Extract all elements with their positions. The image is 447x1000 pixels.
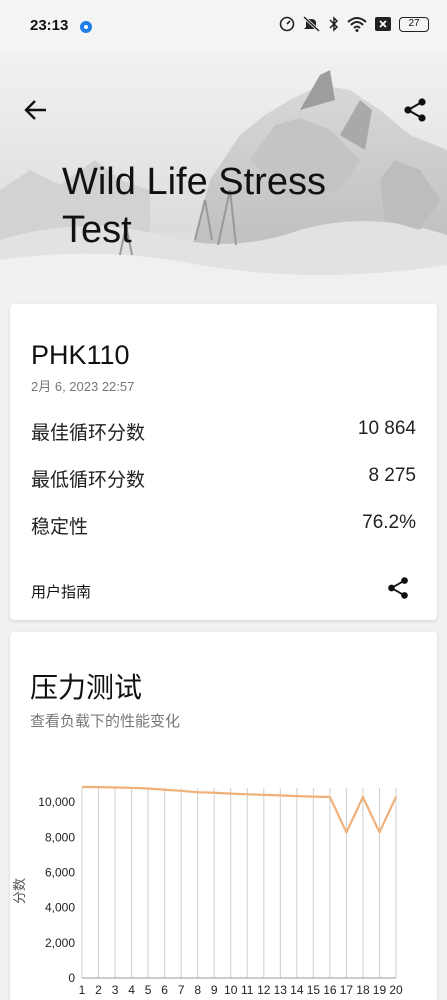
x-tick-label: 12 bbox=[257, 983, 271, 997]
x-tick-label: 14 bbox=[290, 983, 304, 997]
status-bar: 23:13 27 bbox=[0, 0, 447, 52]
x-tick-label: 8 bbox=[194, 983, 201, 997]
mute-icon bbox=[303, 16, 321, 32]
y-axis-label: 分数 bbox=[13, 878, 28, 904]
best-loop-value: 10 864 bbox=[357, 418, 416, 439]
x-tick-label: 6 bbox=[161, 983, 168, 997]
series-line bbox=[81, 785, 397, 834]
lowest-loop-value: 8 275 bbox=[368, 465, 416, 486]
x-tick-label: 2 bbox=[95, 983, 102, 997]
location-dot-icon bbox=[80, 21, 92, 33]
x-tick-label: 4 bbox=[128, 983, 135, 997]
y-tick-label: 2,000 bbox=[45, 936, 75, 950]
y-tick-label: 8,000 bbox=[45, 830, 75, 844]
x-tick-label: 17 bbox=[340, 983, 354, 997]
x-tick-label: 19 bbox=[373, 983, 387, 997]
device-name: PHK110 bbox=[31, 340, 130, 370]
speedometer-icon bbox=[279, 16, 295, 32]
x-tick-label: 9 bbox=[211, 983, 218, 997]
stability-row: 稳定性 76.2% bbox=[31, 512, 416, 539]
y-tick-label: 6,000 bbox=[45, 865, 75, 879]
result-card: PHK110 2月 6, 2023 22:57 最佳循环分数 10 864 最低… bbox=[10, 304, 437, 620]
x-tick-label: 1 bbox=[79, 983, 86, 997]
y-tick-label: 0 bbox=[68, 971, 75, 985]
battery-icon: 27 bbox=[399, 16, 429, 32]
bluetooth-icon bbox=[329, 16, 339, 32]
x-tick-label: 16 bbox=[323, 983, 337, 997]
user-guide-link[interactable]: 用户指南 bbox=[31, 581, 91, 602]
status-time: 23:13 bbox=[30, 17, 69, 34]
lowest-loop-label: 最低循环分数 bbox=[31, 469, 146, 491]
best-loop-label: 最佳循环分数 bbox=[31, 422, 146, 444]
x-tick-label: 15 bbox=[307, 983, 321, 997]
stress-test-card: 压力测试 查看负载下的性能变化 0 2,000 4,000 6,000 8,000 10,… bbox=[10, 632, 437, 1000]
x-tick-label: 7 bbox=[178, 983, 185, 997]
stability-label: 稳定性 bbox=[31, 516, 89, 538]
wifi-icon bbox=[347, 17, 367, 32]
y-tick-label: 10,000 bbox=[38, 795, 75, 809]
x-tick-label: 20 bbox=[389, 983, 403, 997]
back-button[interactable] bbox=[22, 96, 50, 124]
x-tick-label: 18 bbox=[356, 983, 370, 997]
lowest-loop-row: 最低循环分数 8 275 bbox=[31, 465, 416, 492]
hero-banner: Wild Life Stress Test bbox=[0, 40, 447, 292]
share-icon[interactable] bbox=[401, 96, 429, 124]
x-box-icon bbox=[375, 17, 391, 31]
page-title: Wild Life Stress Test bbox=[62, 161, 326, 251]
best-loop-row: 最佳循环分数 10 864 bbox=[31, 418, 416, 445]
x-tick-label: 11 bbox=[241, 983, 254, 997]
x-tick-label: 5 bbox=[145, 983, 152, 997]
x-tick-label: 3 bbox=[112, 983, 119, 997]
stress-chart: 02,0004,0006,0008,00010,0001 2 3 4 5 6 7 8 9 10 11… bbox=[13, 785, 403, 997]
status-icons: 27 bbox=[279, 16, 429, 32]
x-tick-label: 13 bbox=[274, 983, 288, 997]
y-tick-label: 4,000 bbox=[45, 901, 75, 915]
x-tick-label: 10 bbox=[224, 983, 238, 997]
share-icon[interactable] bbox=[385, 575, 411, 601]
stability-value: 76.2% bbox=[362, 512, 416, 533]
test-date: 2月 6, 2023 22:57 bbox=[31, 379, 135, 394]
